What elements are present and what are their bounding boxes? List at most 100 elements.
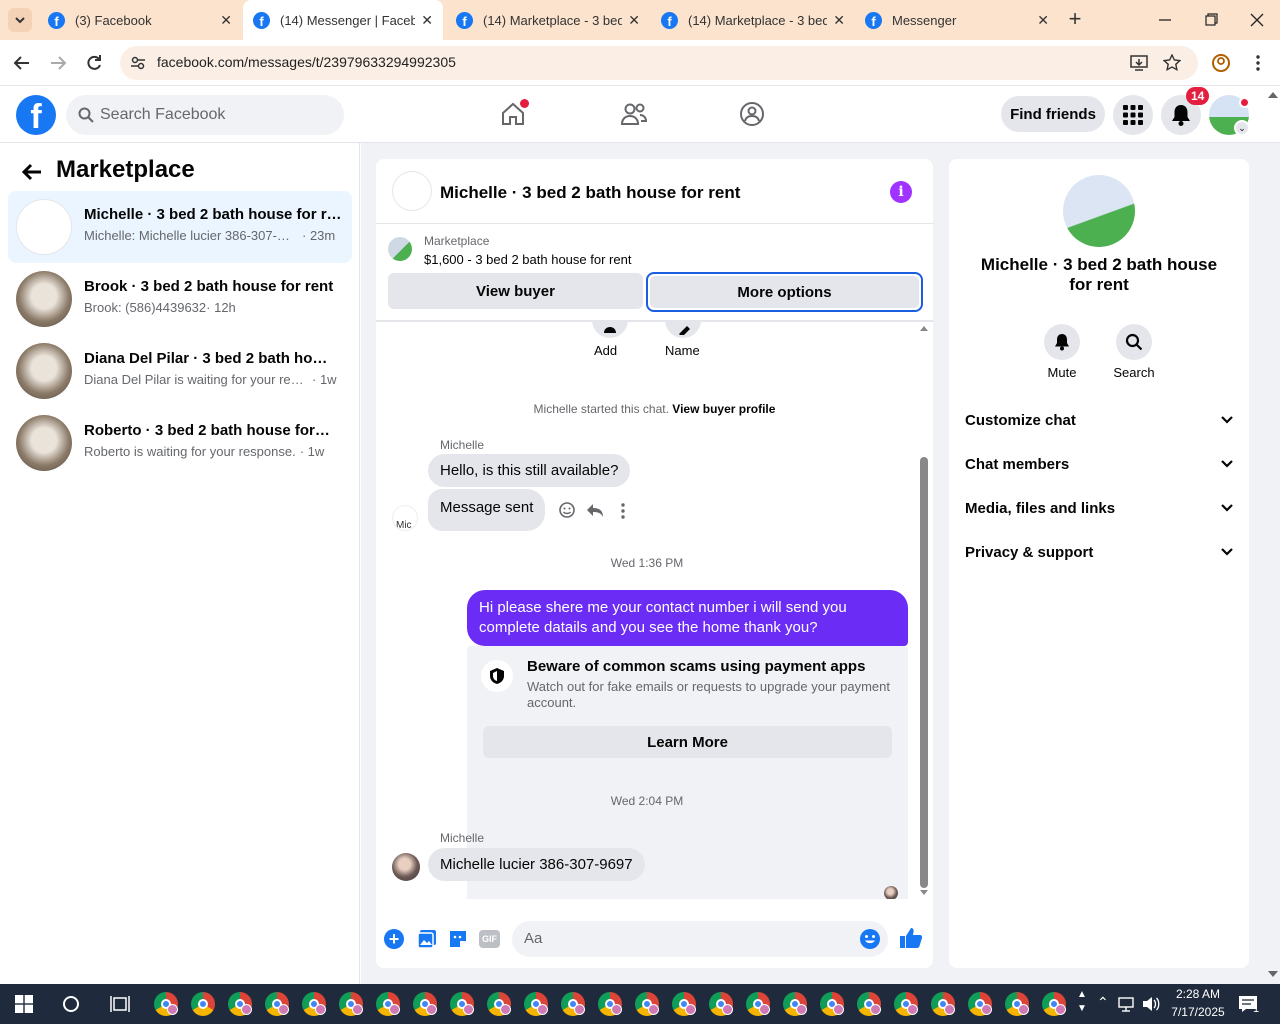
scroll-up-arrow[interactable] bbox=[920, 326, 928, 331]
profile-avatar[interactable] bbox=[1063, 175, 1135, 247]
chat-avatar[interactable] bbox=[392, 171, 432, 211]
network-icon[interactable] bbox=[1117, 996, 1135, 1012]
conversation-item[interactable]: Brook · 3 bed 2 bath house for rent Broo… bbox=[8, 263, 352, 335]
taskbar-clock-time[interactable]: 2:28 AM bbox=[1168, 987, 1228, 1001]
back-arrow-icon[interactable] bbox=[13, 54, 31, 72]
chrome-taskbar-icon[interactable] bbox=[376, 992, 400, 1016]
account-avatar[interactable]: ⌄ bbox=[1209, 95, 1250, 136]
scrollbar[interactable] bbox=[918, 322, 930, 899]
close-icon[interactable]: ✕ bbox=[1037, 12, 1049, 29]
photo-icon[interactable] bbox=[417, 929, 437, 949]
accordion-customize-chat[interactable]: Customize chat bbox=[965, 402, 1233, 438]
chrome-taskbar-icon[interactable] bbox=[820, 992, 844, 1016]
conversation-item[interactable]: Michelle · 3 bed 2 bath house for rent M… bbox=[8, 191, 352, 263]
chrome-taskbar-icon[interactable] bbox=[635, 992, 659, 1016]
show-hidden-icons-icon[interactable]: ⌃ bbox=[1097, 994, 1109, 1011]
notifications-button[interactable]: 14 bbox=[1161, 87, 1210, 135]
react-emoji-icon[interactable] bbox=[558, 501, 576, 519]
chrome-taskbar-icon[interactable] bbox=[413, 992, 437, 1016]
chrome-taskbar-icon[interactable] bbox=[302, 992, 326, 1016]
task-view-icon[interactable] bbox=[110, 995, 130, 1013]
thumbs-up-icon[interactable] bbox=[899, 926, 923, 950]
message-bubble[interactable]: Hello, is this still available? bbox=[428, 454, 631, 487]
conversation-item[interactable]: Diana Del Pilar · 3 bed 2 bath house for… bbox=[8, 335, 352, 407]
listing-detail[interactable]: $1,600 - 3 bed 2 bath house for rent bbox=[424, 252, 631, 267]
more-options-button[interactable]: More options bbox=[646, 272, 923, 312]
close-icon[interactable]: ✕ bbox=[833, 12, 845, 29]
browser-tab[interactable]: f (3) Facebook ✕ bbox=[38, 0, 242, 40]
profile-icon[interactable] bbox=[1211, 53, 1231, 73]
accordion-chat-members[interactable]: Chat members bbox=[965, 446, 1233, 482]
info-button[interactable]: i bbox=[890, 181, 912, 203]
add-contact-button[interactable] bbox=[592, 322, 628, 338]
chrome-taskbar-icon[interactable] bbox=[265, 992, 289, 1016]
home-nav-button[interactable] bbox=[500, 99, 529, 127]
bookmark-star-icon[interactable] bbox=[1163, 54, 1181, 72]
reload-icon[interactable] bbox=[85, 54, 103, 72]
forward-arrow-icon[interactable] bbox=[49, 54, 67, 72]
chrome-taskbar-icon[interactable] bbox=[339, 992, 363, 1016]
taskbar-overflow-arrows[interactable]: ▲ ▼ bbox=[1075, 988, 1089, 1020]
scrollbar-thumb[interactable] bbox=[920, 457, 928, 888]
new-tab-button[interactable]: + bbox=[1063, 8, 1087, 32]
chrome-taskbar-icon[interactable] bbox=[191, 992, 215, 1016]
browser-tab[interactable]: f (14) Marketplace - 3 bed ✕ bbox=[651, 0, 855, 40]
chrome-taskbar-icon[interactable] bbox=[1005, 992, 1029, 1016]
chat-title[interactable]: Michelle · 3 bed 2 bath house for rent bbox=[440, 183, 740, 203]
chrome-taskbar-icon[interactable] bbox=[598, 992, 622, 1016]
conversation-item[interactable]: Roberto · 3 bed 2 bath house for rent Ro… bbox=[8, 407, 352, 479]
mute-button[interactable] bbox=[1044, 324, 1080, 360]
menu-button[interactable] bbox=[1113, 95, 1153, 135]
more-actions-icon[interactable] bbox=[620, 503, 626, 519]
chrome-taskbar-icon[interactable] bbox=[524, 992, 548, 1016]
url-text[interactable]: facebook.com/messages/t/2397963329499230… bbox=[157, 54, 456, 70]
facebook-logo-icon[interactable]: f bbox=[16, 95, 56, 135]
accordion-media-files-links[interactable]: Media, files and links bbox=[965, 490, 1233, 526]
listing-thumbnail[interactable] bbox=[388, 237, 412, 261]
groups-nav-button[interactable] bbox=[739, 101, 765, 127]
chrome-taskbar-icon[interactable] bbox=[709, 992, 733, 1016]
chrome-taskbar-icon[interactable] bbox=[228, 992, 252, 1016]
gif-button[interactable]: GIF bbox=[479, 930, 500, 948]
browser-tab[interactable]: f (14) Marketplace - 3 bed ✕ bbox=[446, 0, 650, 40]
search-facebook-box[interactable]: Search Facebook bbox=[66, 95, 344, 135]
emoji-icon[interactable] bbox=[859, 928, 881, 950]
learn-more-button[interactable]: Learn More bbox=[483, 726, 892, 758]
chrome-taskbar-icon[interactable] bbox=[450, 992, 474, 1016]
view-buyer-button[interactable]: View buyer bbox=[388, 273, 643, 309]
scroll-down-arrow[interactable] bbox=[920, 890, 928, 895]
chrome-taskbar-icon[interactable] bbox=[1042, 992, 1066, 1016]
taskbar-search-icon[interactable] bbox=[62, 995, 80, 1013]
chrome-taskbar-icon[interactable] bbox=[968, 992, 992, 1016]
chrome-taskbar-icon[interactable] bbox=[672, 992, 696, 1016]
site-settings-icon[interactable] bbox=[130, 55, 146, 71]
sticker-icon[interactable] bbox=[448, 929, 468, 949]
restore-button[interactable] bbox=[1196, 12, 1226, 28]
friends-nav-button[interactable] bbox=[620, 101, 648, 127]
browser-menu-icon[interactable] bbox=[1255, 54, 1261, 72]
nickname-button[interactable] bbox=[665, 322, 701, 338]
chrome-taskbar-icon[interactable] bbox=[894, 992, 918, 1016]
browser-tab[interactable]: f Messenger ✕ bbox=[855, 0, 1059, 40]
close-icon[interactable]: ✕ bbox=[628, 12, 640, 29]
taskbar-clock-date[interactable]: 7/17/2025 bbox=[1166, 1005, 1230, 1019]
volume-icon[interactable] bbox=[1142, 996, 1160, 1012]
chrome-taskbar-icon[interactable] bbox=[487, 992, 511, 1016]
chrome-taskbar-icon[interactable] bbox=[154, 992, 178, 1016]
minimize-button[interactable] bbox=[1150, 12, 1180, 28]
message-input[interactable]: Aa bbox=[512, 921, 888, 957]
outgoing-message-bubble[interactable]: Hi please shere me your contact number i… bbox=[467, 590, 908, 646]
message-bubble[interactable]: Message sent bbox=[428, 489, 546, 531]
more-actions-button[interactable]: + bbox=[384, 929, 404, 949]
close-icon[interactable]: ✕ bbox=[421, 12, 433, 29]
message-bubble[interactable]: Michelle lucier 386-307-9697 bbox=[428, 848, 645, 881]
reply-icon[interactable] bbox=[586, 503, 604, 519]
search-conversation-button[interactable] bbox=[1116, 324, 1152, 360]
chrome-taskbar-icon[interactable] bbox=[783, 992, 807, 1016]
find-friends-button[interactable]: Find friends bbox=[1001, 96, 1105, 132]
close-window-button[interactable] bbox=[1242, 12, 1272, 28]
chrome-taskbar-icon[interactable] bbox=[746, 992, 770, 1016]
chrome-taskbar-icon[interactable] bbox=[857, 992, 881, 1016]
accordion-privacy-support[interactable]: Privacy & support bbox=[965, 534, 1233, 570]
back-arrow-icon[interactable] bbox=[21, 162, 43, 182]
